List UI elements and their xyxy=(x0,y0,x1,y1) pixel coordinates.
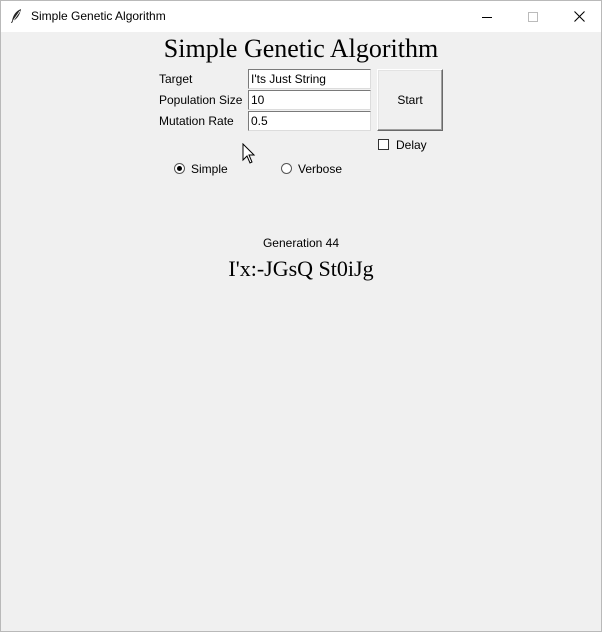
simple-radio[interactable] xyxy=(174,163,185,174)
minimize-icon xyxy=(482,16,492,18)
mutation-rate-input[interactable] xyxy=(248,111,371,131)
radio-selected-dot xyxy=(177,166,182,171)
population-size-input[interactable] xyxy=(248,90,371,110)
close-icon xyxy=(573,11,585,22)
simple-radio-label[interactable]: Simple xyxy=(191,162,228,176)
app-window: Simple Genetic Algorithm Simple Genetic … xyxy=(0,0,602,632)
start-button-label: Start xyxy=(397,93,423,107)
close-button[interactable] xyxy=(556,1,602,32)
mouse-cursor-icon xyxy=(242,143,256,164)
feather-icon xyxy=(11,9,21,23)
target-input[interactable] xyxy=(248,69,371,89)
mutation-rate-label: Mutation Rate xyxy=(159,114,234,128)
minimize-button[interactable] xyxy=(464,1,510,32)
target-label: Target xyxy=(159,72,193,86)
verbose-radio[interactable] xyxy=(281,163,292,174)
title-bar: Simple Genetic Algorithm xyxy=(1,1,601,32)
delay-label[interactable]: Delay xyxy=(396,138,427,152)
generation-counter: Generation 44 xyxy=(262,236,340,250)
delay-checkbox[interactable] xyxy=(378,139,389,150)
maximize-icon xyxy=(528,11,538,22)
best-candidate-string: I'x:-JGsQ St0iJg xyxy=(228,256,374,281)
maximize-button[interactable] xyxy=(510,1,556,32)
population-size-label: Population Size xyxy=(159,93,243,107)
window-title: Simple Genetic Algorithm xyxy=(31,9,166,23)
app-heading: Simple Genetic Algorithm xyxy=(163,34,439,63)
start-button[interactable]: Start xyxy=(377,69,443,131)
verbose-radio-label[interactable]: Verbose xyxy=(298,162,342,176)
